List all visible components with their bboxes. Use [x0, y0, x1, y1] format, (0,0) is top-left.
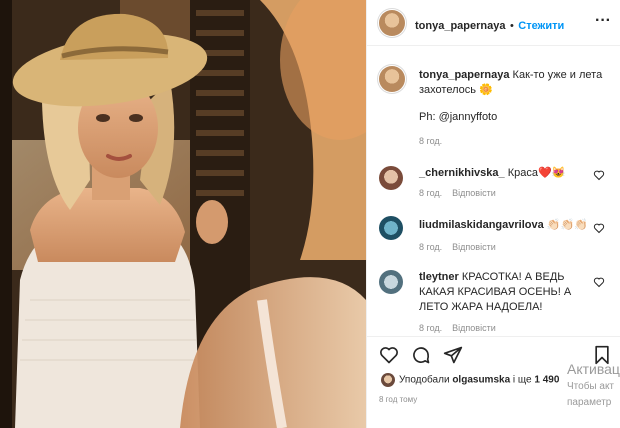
liked-count[interactable]: 1 490 [534, 375, 559, 386]
post-actions: Уподобали olgasumska і ще 1 490 8 год то… [367, 336, 620, 428]
liked-and: і ще [512, 374, 532, 386]
reply-button[interactable]: Відповісти [452, 242, 496, 252]
caption-credit: Ph: @jannyffoto [419, 111, 498, 123]
share-icon[interactable] [443, 345, 463, 365]
comment-text: Краса❤️😻 [507, 167, 566, 179]
liker-avatar[interactable] [381, 373, 395, 387]
follow-button[interactable]: Стежити [518, 20, 564, 32]
watermark-line2: Чтобы акт [567, 381, 615, 392]
comment-icon[interactable] [411, 345, 431, 365]
like-heart-icon[interactable] [379, 345, 399, 365]
heart-icon[interactable] [593, 222, 605, 234]
watermark-line3: параметр [567, 397, 612, 408]
comment-username[interactable]: liudmilaskidangavrilova [419, 219, 544, 231]
commenter-avatar[interactable] [379, 270, 403, 294]
photo-illustration [0, 0, 366, 428]
separator-dot: • [509, 20, 514, 32]
liked-user[interactable]: olgasumska [452, 375, 510, 386]
caption-time[interactable]: 8 год. [419, 136, 442, 146]
more-icon[interactable]: ··· [595, 12, 611, 30]
posted-time[interactable]: 8 год тому [379, 395, 417, 404]
comment-text: 👏🏻👏🏻👏🏻 [546, 219, 588, 231]
watermark-line1: Активац [567, 361, 620, 377]
commenter-avatar[interactable] [379, 166, 403, 190]
post-header: tonya_papernaya • Стежити ··· [367, 0, 620, 46]
reply-button[interactable]: Відповісти [452, 323, 496, 333]
comment-username[interactable]: tleytner [419, 271, 459, 283]
post-photo[interactable] [0, 0, 366, 428]
heart-icon[interactable] [593, 169, 605, 181]
likes-summary: Уподобали olgasumska і ще 1 490 [381, 373, 559, 387]
comment-username[interactable]: _chernikhivska_ [419, 167, 505, 179]
reply-button[interactable]: Відповісти [452, 188, 496, 198]
commenter-avatar[interactable] [379, 216, 403, 240]
author-avatar[interactable] [379, 10, 405, 36]
post-sidebar: tonya_papernaya • Стежити ··· tonya_pape… [366, 0, 620, 428]
heart-icon[interactable] [593, 276, 605, 288]
caption-username[interactable]: tonya_papernaya [419, 69, 509, 81]
comment-time[interactable]: 8 год. [419, 242, 442, 252]
comment-time[interactable]: 8 год. [419, 323, 442, 333]
liked-prefix: Уподобали [399, 374, 450, 386]
comment-time[interactable]: 8 год. [419, 188, 442, 198]
caption-avatar[interactable] [379, 66, 405, 92]
author-username[interactable]: tonya_papernaya [415, 20, 505, 32]
